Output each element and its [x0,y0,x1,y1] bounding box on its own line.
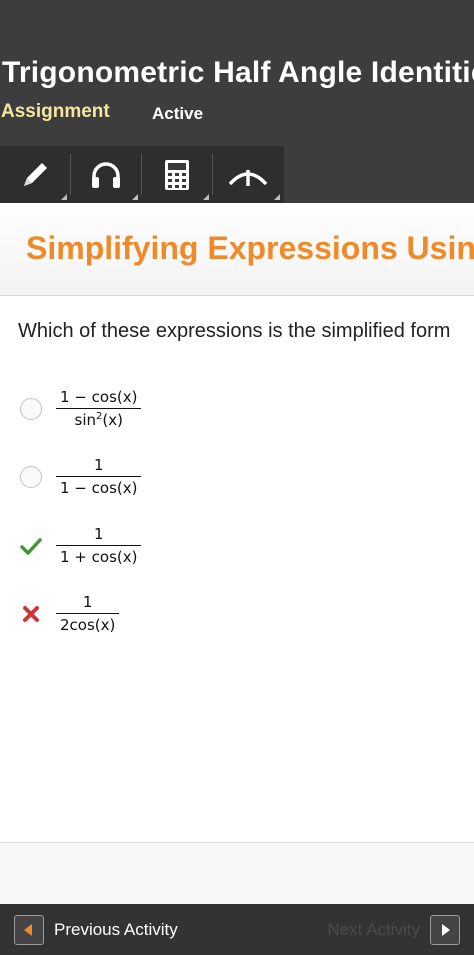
header-bar: Trigonometric Half Angle Identitie Assig… [0,0,474,203]
headphones-tool-button[interactable] [71,146,141,203]
fraction: 1 2cos(x) [56,593,120,634]
footer-nav: Previous Activity Next Activity [0,904,474,955]
denominator: sin2(x) [74,411,123,429]
numerator: 1 [56,525,142,546]
fraction: 1 1 + cos(x) [56,525,142,566]
collapse-tool-button[interactable] [213,146,283,203]
previous-arrow-button[interactable] [14,915,44,945]
caret-right-icon [442,924,450,936]
answer-option-1[interactable]: 1 − cos(x) sin2(x) [20,388,320,448]
radio-button[interactable] [20,398,42,420]
previous-activity-label: Previous Activity [54,920,178,939]
fraction: 1 1 − cos(x) [56,456,142,497]
answer-option-4[interactable]: 1 2cos(x) [20,593,320,653]
calculator-icon [165,159,189,190]
numerator: 1 − cos(x) [56,388,142,409]
numerator: 1 [56,456,142,477]
numerator: 1 [56,593,120,614]
toolbar [0,146,284,203]
section-title: Simplifying Expressions Usin [26,230,474,266]
fraction: 1 − cos(x) sin2(x) [56,388,142,429]
x-mark-icon [23,606,39,622]
header-subrow: Assignment Active [0,100,474,128]
denominator: 1 − cos(x) [60,479,138,497]
next-activity-label: Next Activity [327,920,420,939]
assignment-title: Trigonometric Half Angle Identitie [2,56,474,89]
calculator-tool-button[interactable] [142,146,212,203]
answer-option-3[interactable]: 1 1 + cos(x) [20,525,320,585]
answer-option-2[interactable]: 1 1 − cos(x) [20,456,320,516]
assignment-type-label: Assignment [1,101,110,122]
collapse-up-icon [228,169,268,186]
pencil-icon [24,162,47,186]
next-activity-button[interactable]: Next Activity [327,915,460,945]
bottom-band [0,843,474,904]
headphones-icon [92,161,120,188]
denominator: 1 + cos(x) [60,548,138,566]
caret-left-icon [24,924,32,936]
previous-activity-button[interactable]: Previous Activity [14,915,178,945]
next-arrow-button[interactable] [430,915,460,945]
section-header: Simplifying Expressions Usin [0,203,474,296]
pencil-tool-button[interactable] [0,146,70,203]
denominator: 2cos(x) [60,616,116,634]
checkmark-icon [20,538,42,555]
status-label: Active [152,104,204,123]
question-text: Which of these expressions is the simpli… [18,320,451,342]
radio-button[interactable] [20,466,42,488]
